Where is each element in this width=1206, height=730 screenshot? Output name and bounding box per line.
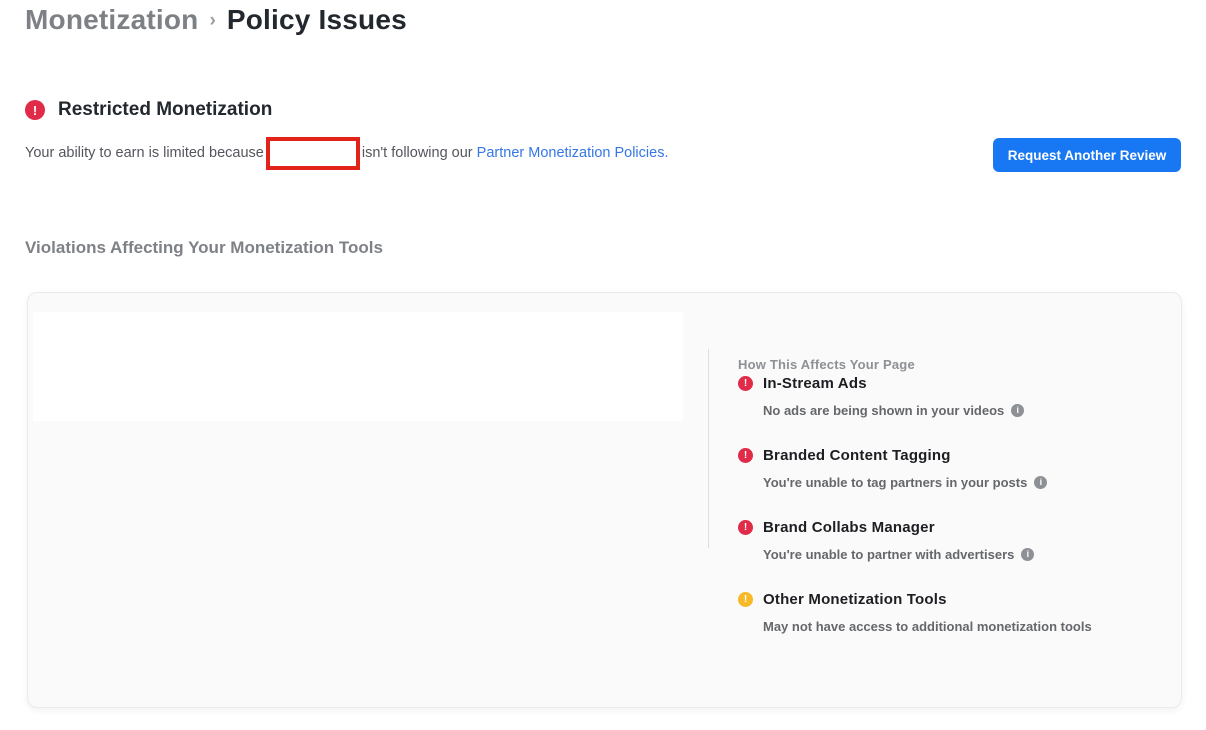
item-title: Other Monetization Tools xyxy=(763,591,947,608)
request-another-review-button[interactable]: Request Another Review xyxy=(993,138,1181,172)
partner-monetization-policies-link[interactable]: Partner Monetization Policies. xyxy=(477,145,669,161)
breadcrumb-monetization[interactable]: Monetization xyxy=(25,4,199,36)
violations-card: How This Affects Your Page ! In-Stream A… xyxy=(27,292,1182,708)
item-description: You're unable to tag partners in your po… xyxy=(763,475,1027,490)
how-this-affects-panel: How This Affects Your Page ! In-Stream A… xyxy=(738,357,1168,661)
restricted-monetization-header: ! Restricted Monetization xyxy=(25,99,272,121)
breadcrumb-policy-issues: Policy Issues xyxy=(227,4,407,36)
restricted-monetization-title: Restricted Monetization xyxy=(58,99,272,121)
error-exclamation-icon: ! xyxy=(738,520,753,535)
breadcrumb: Monetization › Policy Issues xyxy=(25,4,407,36)
message-middle-text: isn't following our xyxy=(362,145,477,161)
item-description: You're unable to partner with advertiser… xyxy=(763,547,1014,562)
chevron-right-icon: › xyxy=(210,8,216,32)
item-description: May not have access to additional moneti… xyxy=(763,619,1092,634)
list-item-brand-collabs-manager: ! Brand Collabs Manager You're unable to… xyxy=(738,517,1168,563)
error-exclamation-icon: ! xyxy=(738,448,753,463)
info-icon[interactable]: i xyxy=(1021,548,1034,561)
list-item-branded-content-tagging: ! Branded Content Tagging You're unable … xyxy=(738,445,1168,491)
list-item-in-stream-ads: ! In-Stream Ads No ads are being shown i… xyxy=(738,373,1168,419)
violations-section-title: Violations Affecting Your Monetization T… xyxy=(25,238,383,258)
affects-panel-title: How This Affects Your Page xyxy=(738,357,1168,373)
message-before-text: Your ability to earn is limited because xyxy=(25,145,264,161)
warning-exclamation-icon: ! xyxy=(738,592,753,607)
item-title: Branded Content Tagging xyxy=(763,447,951,464)
error-exclamation-icon: ! xyxy=(738,376,753,391)
error-exclamation-icon: ! xyxy=(25,100,45,120)
info-icon[interactable]: i xyxy=(1034,476,1047,489)
restricted-monetization-message: Your ability to earn is limited because … xyxy=(25,136,668,170)
item-title: Brand Collabs Manager xyxy=(763,519,935,536)
redacted-violation-content xyxy=(33,312,683,421)
vertical-divider xyxy=(708,349,709,548)
item-title: In-Stream Ads xyxy=(763,375,867,392)
list-item-other-monetization-tools: ! Other Monetization Tools May not have … xyxy=(738,589,1168,635)
item-description: No ads are being shown in your videos xyxy=(763,403,1004,418)
info-icon[interactable]: i xyxy=(1011,404,1024,417)
redacted-page-name xyxy=(266,137,360,170)
